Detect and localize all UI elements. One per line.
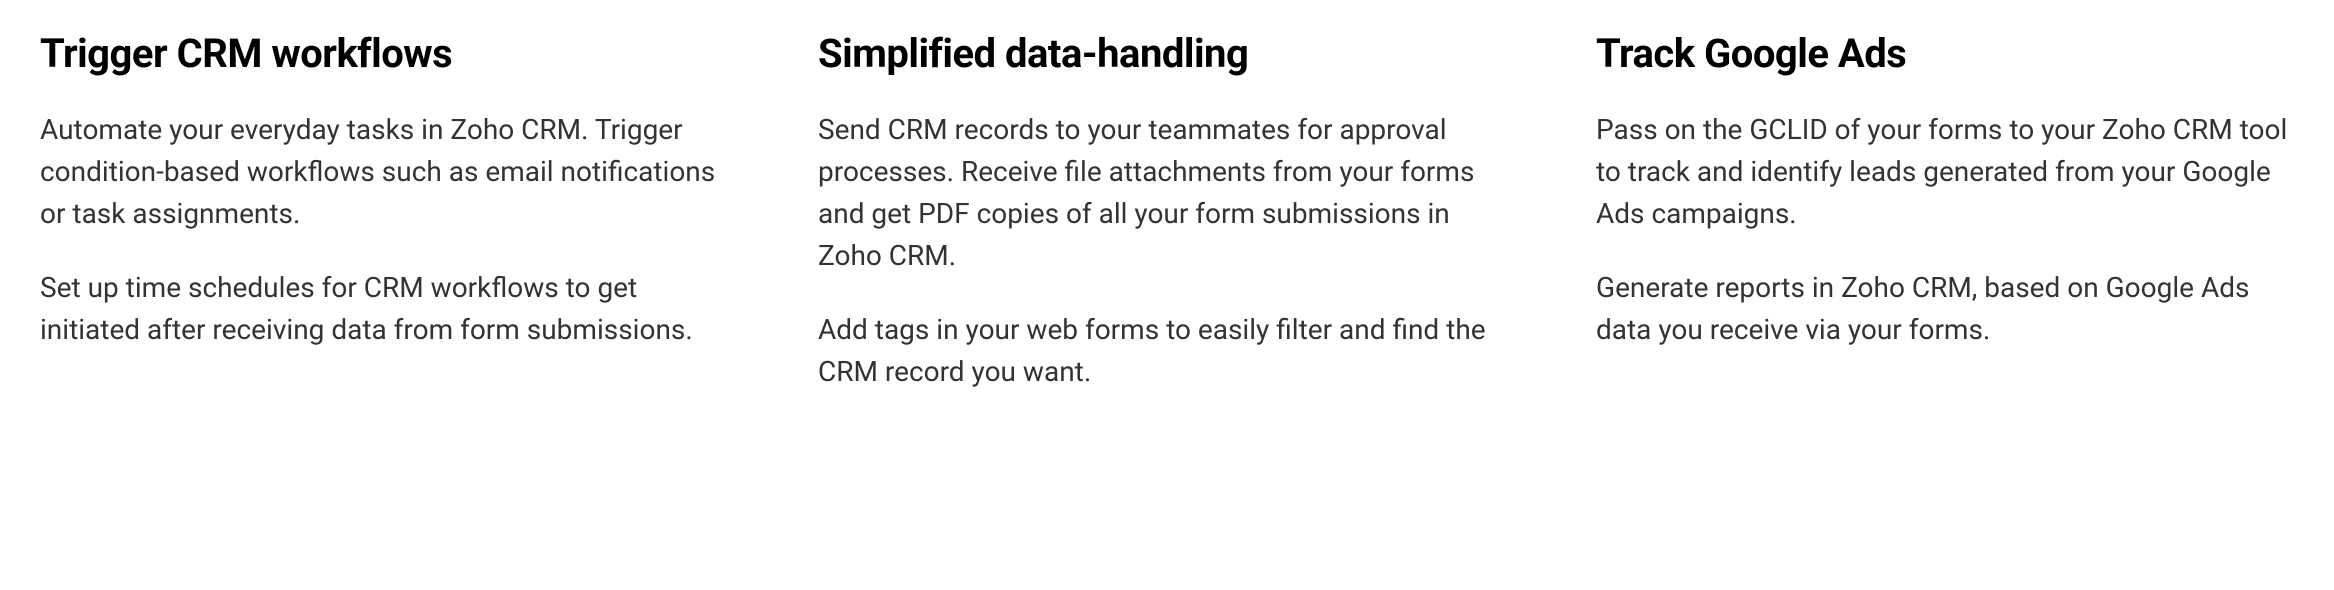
feature-column-1: Trigger CRM workflows Automate your ever… [40,30,738,393]
column-paragraph: Generate reports in Zoho CRM, based on G… [1596,267,2294,351]
feature-columns: Trigger CRM workflows Automate your ever… [40,30,2294,393]
column-heading: Simplified data-handling [818,30,1516,77]
feature-column-3: Track Google Ads Pass on the GCLID of yo… [1596,30,2294,393]
column-paragraph: Pass on the GCLID of your forms to your … [1596,109,2294,235]
column-heading: Trigger CRM workflows [40,30,738,77]
column-paragraph: Automate your everyday tasks in Zoho CRM… [40,109,738,235]
column-heading: Track Google Ads [1596,30,2294,77]
column-paragraph: Send CRM records to your teammates for a… [818,109,1516,277]
feature-column-2: Simplified data-handling Send CRM record… [818,30,1516,393]
column-paragraph: Add tags in your web forms to easily fil… [818,309,1516,393]
column-paragraph: Set up time schedules for CRM workflows … [40,267,738,351]
